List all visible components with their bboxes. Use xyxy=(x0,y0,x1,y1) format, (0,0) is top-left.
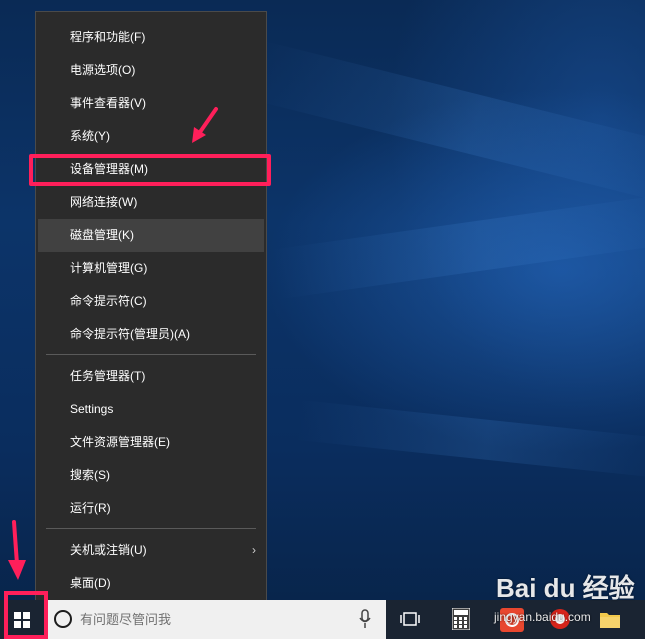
light-beam xyxy=(270,191,645,300)
menu-item-label: 命令提示符(管理员)(A) xyxy=(70,327,190,341)
baidu-jingyan-watermark: Bai du 经验 jingyan.baidu.com xyxy=(490,568,640,628)
menu-item-label: 桌面(D) xyxy=(70,576,111,590)
menu-item-label: 运行(R) xyxy=(70,501,111,515)
light-beam xyxy=(245,40,645,210)
menu-item-desktop[interactable]: 桌面(D) xyxy=(38,567,264,600)
menu-item-shutdown-signout[interactable]: 关机或注销(U) › xyxy=(38,534,264,567)
menu-item-settings[interactable]: Settings xyxy=(38,393,264,426)
menu-item-power-options[interactable]: 电源选项(O) xyxy=(38,54,264,87)
microphone-icon[interactable] xyxy=(359,609,371,629)
menu-item-label: 网络连接(W) xyxy=(70,195,138,209)
annotation-arrow-icon xyxy=(192,107,218,143)
menu-item-run[interactable]: 运行(R) xyxy=(38,492,264,525)
calculator-icon xyxy=(452,608,470,630)
task-view-icon xyxy=(400,612,420,626)
menu-item-label: Settings xyxy=(70,402,114,416)
menu-item-label: 磁盘管理(K) xyxy=(70,228,134,242)
menu-item-file-explorer[interactable]: 文件资源管理器(E) xyxy=(38,426,264,459)
menu-item-computer-management[interactable]: 计算机管理(G) xyxy=(38,252,264,285)
menu-item-task-manager[interactable]: 任务管理器(T) xyxy=(38,360,264,393)
light-beam xyxy=(295,400,645,480)
menu-separator xyxy=(46,528,256,529)
watermark-logo: Bai du 经验 xyxy=(496,573,635,603)
menu-item-programs-features[interactable]: 程序和功能(F) xyxy=(38,21,264,54)
calculator-button[interactable] xyxy=(440,600,480,639)
winx-context-menu: 程序和功能(F) 电源选项(O) 事件查看器(V) 系统(Y) 设备管理器(M)… xyxy=(35,11,267,607)
menu-item-event-viewer[interactable]: 事件查看器(V) xyxy=(38,87,264,120)
menu-item-label: 文件资源管理器(E) xyxy=(70,435,170,449)
menu-item-label: 系统(Y) xyxy=(70,129,110,143)
taskbar-search-box[interactable]: 有问题尽管问我 xyxy=(48,600,386,639)
cortana-icon[interactable] xyxy=(54,610,72,628)
chevron-right-icon: › xyxy=(252,543,256,557)
search-input[interactable]: 有问题尽管问我 xyxy=(80,600,171,639)
menu-item-label: 搜索(S) xyxy=(70,468,110,482)
menu-item-label: 命令提示符(C) xyxy=(70,294,147,308)
annotation-arrow-icon xyxy=(8,520,26,580)
annotation-highlight-box xyxy=(29,154,271,186)
annotation-start-box xyxy=(4,591,48,639)
menu-item-label: 程序和功能(F) xyxy=(70,30,146,44)
menu-item-disk-management[interactable]: 磁盘管理(K) xyxy=(38,219,264,252)
menu-item-command-prompt-admin[interactable]: 命令提示符(管理员)(A) xyxy=(38,318,264,351)
menu-item-label: 事件查看器(V) xyxy=(70,96,146,110)
menu-item-search[interactable]: 搜索(S) xyxy=(38,459,264,492)
task-view-button[interactable] xyxy=(390,600,430,639)
watermark-url: jingyan.baidu.com xyxy=(494,610,591,624)
menu-item-command-prompt[interactable]: 命令提示符(C) xyxy=(38,285,264,318)
menu-item-network-connections[interactable]: 网络连接(W) xyxy=(38,186,264,219)
menu-item-label: 计算机管理(G) xyxy=(70,261,148,275)
menu-separator xyxy=(46,354,256,355)
menu-item-system[interactable]: 系统(Y) xyxy=(38,120,264,153)
menu-item-label: 关机或注销(U) xyxy=(70,543,147,557)
menu-item-label: 任务管理器(T) xyxy=(70,369,146,383)
menu-item-label: 电源选项(O) xyxy=(70,63,136,77)
